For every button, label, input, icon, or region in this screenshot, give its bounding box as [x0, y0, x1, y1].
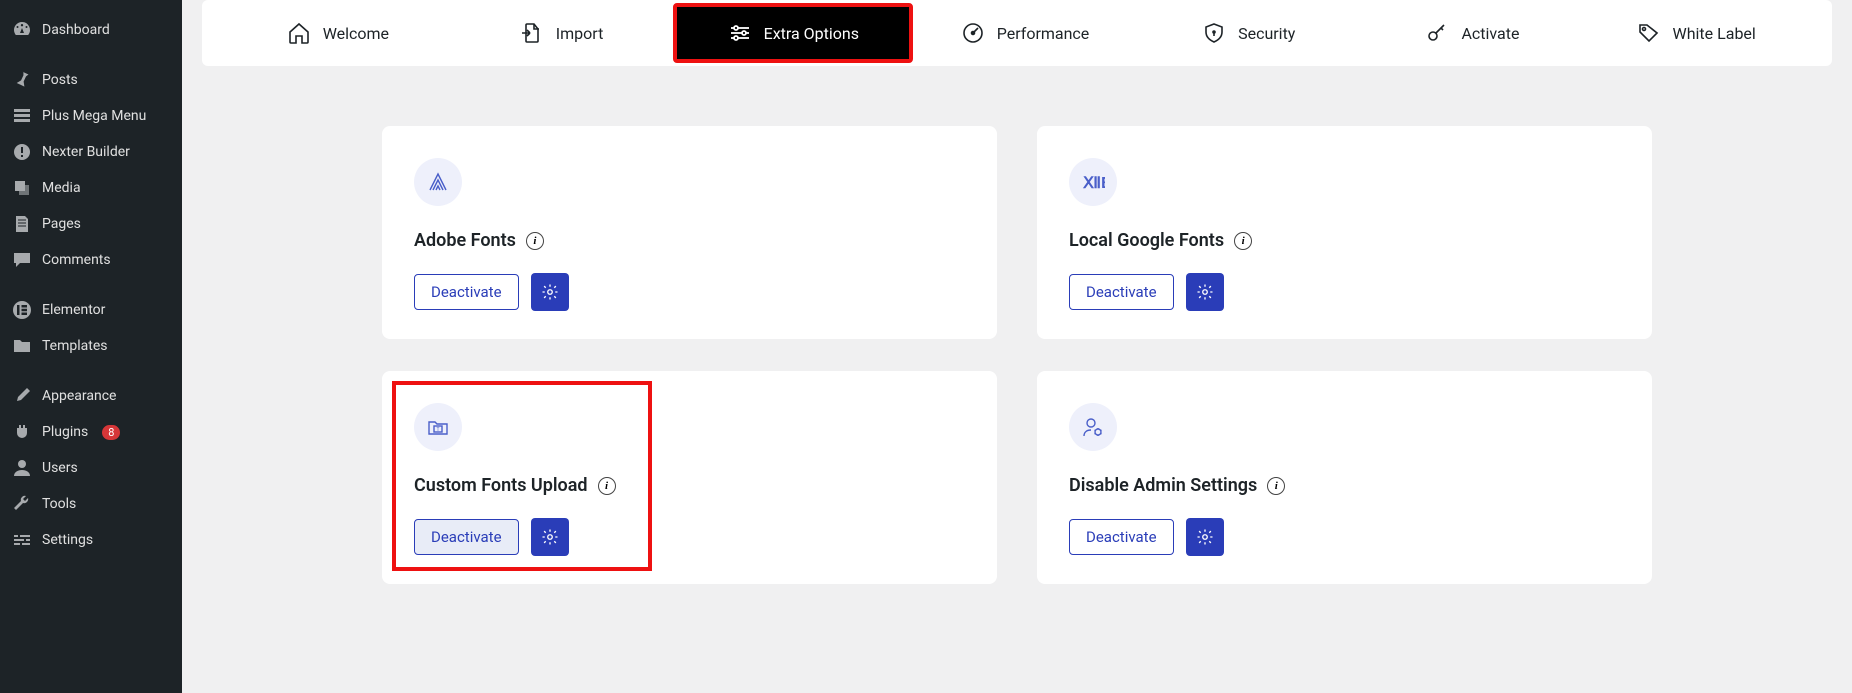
sidebar-label: Users [42, 460, 78, 476]
sidebar-label: Elementor [42, 302, 105, 318]
tab-welcome[interactable]: Welcome [226, 9, 450, 57]
user-icon [12, 458, 32, 478]
sidebar-item-mega-menu[interactable]: Plus Mega Menu [0, 98, 182, 134]
media-icon [12, 178, 32, 198]
deactivate-button[interactable]: Deactivate [414, 274, 519, 310]
card-title: Disable Admin Settings [1069, 475, 1257, 496]
admin-sidebar: Dashboard Posts Plus Mega Menu Nexter Bu… [0, 0, 182, 693]
info-icon[interactable]: i [598, 477, 616, 495]
sidebar-label: Dashboard [42, 22, 110, 38]
tab-label: Performance [997, 24, 1090, 43]
settings-button[interactable] [531, 518, 569, 556]
grid-icon [12, 106, 32, 126]
sidebar-item-pages[interactable]: Pages [0, 206, 182, 242]
tab-label: Extra Options [764, 24, 859, 43]
tabs-bar: Welcome Import Extra Options Performance… [202, 0, 1832, 66]
key-icon [1425, 21, 1449, 45]
pin-icon [12, 70, 32, 90]
gauge-icon [961, 21, 985, 45]
card-local-google-fonts: ⅫB Local Google Fonts i Deactivate [1037, 126, 1652, 339]
card-title: Custom Fonts Upload [414, 475, 588, 496]
deactivate-button[interactable]: Deactivate [1069, 519, 1174, 555]
info-icon[interactable]: i [1234, 232, 1252, 250]
brush-icon [12, 386, 32, 406]
elementor-icon [12, 300, 32, 320]
page-icon [12, 214, 32, 234]
import-icon [520, 21, 544, 45]
sidebar-item-posts[interactable]: Posts [0, 62, 182, 98]
tab-security[interactable]: Security [1137, 9, 1361, 57]
tab-import[interactable]: Import [450, 9, 674, 57]
home-icon [287, 21, 311, 45]
card-title: Adobe Fonts [414, 230, 516, 251]
tab-label: Welcome [323, 24, 389, 43]
folder-icon [12, 336, 32, 356]
tab-activate[interactable]: Activate [1361, 9, 1585, 57]
wrench-icon [12, 494, 32, 514]
shield-icon [1202, 21, 1226, 45]
sidebar-item-settings[interactable]: Settings [0, 522, 182, 558]
tab-white-label[interactable]: White Label [1584, 9, 1808, 57]
tag-icon [1637, 21, 1661, 45]
sidebar-label: Posts [42, 72, 78, 88]
tab-label: Activate [1461, 24, 1519, 43]
deactivate-button[interactable]: Deactivate [414, 519, 519, 555]
sidebar-item-nexter[interactable]: Nexter Builder [0, 134, 182, 170]
settings-button[interactable] [1186, 518, 1224, 556]
settings-button[interactable] [1186, 273, 1224, 311]
tab-label: Security [1238, 24, 1295, 43]
speedometer-icon [12, 20, 32, 40]
sidebar-label: Tools [42, 496, 76, 512]
google-fonts-icon: ⅫB [1069, 158, 1117, 206]
sidebar-label: Media [42, 180, 81, 196]
cards-grid: Adobe Fonts i Deactivate ⅫB Local Google… [182, 66, 1852, 624]
adobe-icon [414, 158, 462, 206]
svg-text:ⅫB: ⅫB [1082, 173, 1105, 192]
tab-label: Import [556, 24, 604, 43]
folder-font-icon: T [414, 403, 462, 451]
sidebar-item-comments[interactable]: Comments [0, 242, 182, 278]
sidebar-label: Comments [42, 252, 111, 268]
sidebar-label: Plus Mega Menu [42, 108, 146, 124]
main-content: Welcome Import Extra Options Performance… [182, 0, 1852, 693]
tab-label: White Label [1673, 24, 1756, 43]
info-icon[interactable]: i [526, 232, 544, 250]
sidebar-item-media[interactable]: Media [0, 170, 182, 206]
info-icon[interactable]: i [1267, 477, 1285, 495]
sidebar-item-templates[interactable]: Templates [0, 328, 182, 364]
settings-button[interactable] [531, 273, 569, 311]
card-title: Local Google Fonts [1069, 230, 1224, 251]
sidebar-label: Nexter Builder [42, 144, 130, 160]
comment-icon [12, 250, 32, 270]
card-disable-admin-settings: Disable Admin Settings i Deactivate [1037, 371, 1652, 584]
sidebar-item-plugins[interactable]: Plugins 8 [0, 414, 182, 450]
alert-icon [12, 142, 32, 162]
tab-extra-options[interactable]: Extra Options [673, 3, 913, 63]
sidebar-item-dashboard[interactable]: Dashboard [0, 12, 182, 48]
user-gear-icon [1069, 403, 1117, 451]
deactivate-button[interactable]: Deactivate [1069, 274, 1174, 310]
sidebar-label: Plugins [42, 424, 88, 440]
sidebar-label: Pages [42, 216, 81, 232]
options-icon [728, 21, 752, 45]
tab-performance[interactable]: Performance [913, 9, 1137, 57]
sidebar-label: Templates [42, 338, 108, 354]
card-adobe-fonts: Adobe Fonts i Deactivate [382, 126, 997, 339]
sidebar-label: Settings [42, 532, 93, 548]
sidebar-item-appearance[interactable]: Appearance [0, 378, 182, 414]
sidebar-item-tools[interactable]: Tools [0, 486, 182, 522]
sidebar-label: Appearance [42, 388, 116, 404]
sidebar-item-elementor[interactable]: Elementor [0, 292, 182, 328]
card-custom-fonts-upload: T Custom Fonts Upload i Deactivate [382, 371, 997, 584]
sidebar-item-users[interactable]: Users [0, 450, 182, 486]
svg-text:T: T [437, 427, 440, 433]
plugins-badge: 8 [102, 425, 120, 440]
plug-icon [12, 422, 32, 442]
sliders-icon [12, 530, 32, 550]
